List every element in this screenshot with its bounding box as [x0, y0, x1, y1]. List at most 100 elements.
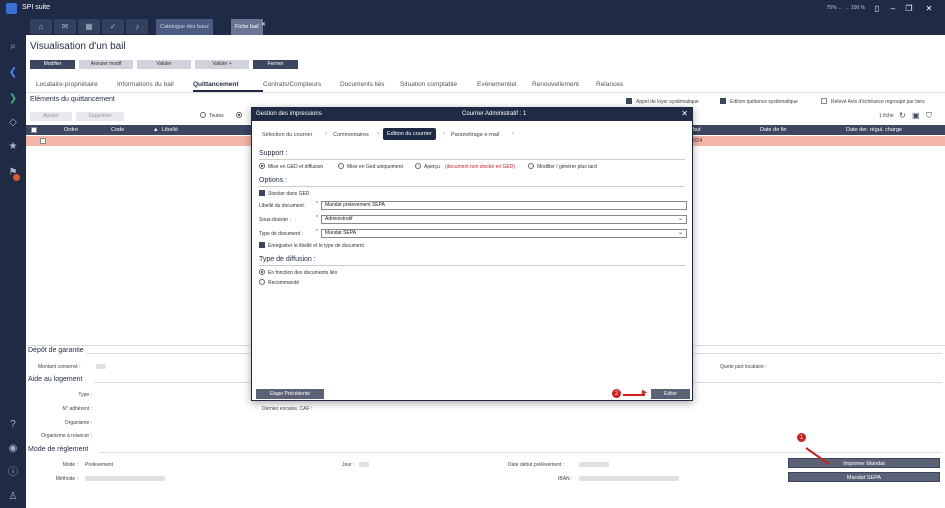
tab-situation[interactable]: Situation comptable [400, 81, 457, 88]
validate-button[interactable]: Valider [137, 60, 191, 69]
step-selection[interactable]: Sélection du courrier [262, 132, 312, 138]
libelle-input[interactable]: Mandat prelevement SEPA [321, 201, 687, 210]
diffusion-recommande-label: Recommandé [268, 280, 300, 286]
delete-button[interactable]: Supprimer [76, 112, 124, 121]
step-chevron-icon: › [377, 131, 379, 137]
step-chevron-icon: › [325, 131, 327, 137]
option-edition-checkbox[interactable] [720, 98, 726, 104]
col-sort-icon[interactable]: ▲ [153, 127, 158, 133]
filter-all-radio[interactable] [200, 112, 206, 118]
enregistrer-label: Enregistrer le libellé et le type de doc… [268, 243, 364, 249]
info-icon[interactable]: ⓘ [6, 466, 20, 480]
tab-documents[interactable]: Documents liés [340, 81, 384, 88]
app-logo-icon [6, 3, 17, 14]
calendar-icon[interactable]: ▦ [78, 19, 100, 34]
filter-other-radio[interactable] [236, 112, 242, 118]
select-all-checkbox[interactable] [31, 127, 37, 133]
col-code[interactable]: Code [111, 127, 124, 133]
row-checkbox[interactable] [40, 138, 46, 144]
option-releve-label: Relevé Avis d'échéance regroupé par tier… [831, 99, 925, 105]
user-icon[interactable]: ♙ [6, 490, 20, 504]
step-edition[interactable]: Edition du courrier [383, 128, 436, 140]
step-parametrage[interactable]: Paramétrage e-mail [451, 132, 499, 138]
impressions-dialog: Gestion des impressions Courrier Adminis… [251, 107, 693, 401]
col-libelle[interactable]: Libellé [162, 127, 178, 133]
mode-label: Mode : [62, 462, 78, 468]
forward-icon[interactable]: ❯ [6, 92, 20, 106]
support-title: Support : [259, 150, 288, 157]
validate-plus-button[interactable]: Valider + [195, 60, 249, 69]
col-debut[interactable]: but [693, 127, 701, 133]
support-ged-diffusion-radio[interactable] [259, 163, 265, 169]
notification-badge [13, 174, 20, 181]
option-appel-checkbox[interactable] [626, 98, 632, 104]
search-icon[interactable]: ⌕ [6, 40, 20, 54]
col-date-fin[interactable]: Date de fin [760, 127, 787, 133]
step-chevron-icon: › [512, 131, 514, 137]
bell-icon[interactable]: ♪ [126, 19, 148, 34]
date-debut-label: Date début prélèvement : [508, 462, 565, 468]
step-chevron-icon: › [443, 131, 445, 137]
tab-informations[interactable]: Informations du bail [117, 81, 174, 88]
stocker-ged-checkbox[interactable] [259, 190, 265, 196]
support-later-radio[interactable] [528, 163, 534, 169]
back-icon[interactable]: ❮ [6, 66, 20, 80]
mandat-sepa-button[interactable]: Mandat SEPA [788, 472, 940, 482]
check-icon[interactable]: ✓ [102, 19, 124, 34]
tab-evenementiel[interactable]: Evénementiel [477, 81, 516, 88]
sousdossier-select[interactable]: Administratif ⌄ [321, 215, 687, 224]
refresh-icon[interactable]: ↻ [899, 111, 906, 120]
dialog-center-title: Courrier Administratif : 1 [462, 111, 527, 117]
tab-fiche-bail[interactable]: Fiche bail [231, 19, 263, 35]
close-button[interactable]: Fermer [253, 60, 298, 69]
step-commentaires[interactable]: Commentaires [333, 132, 369, 138]
quote-label: Quote part locataire : [720, 364, 767, 370]
options-title: Options : [259, 177, 288, 184]
type-doc-select[interactable]: Mandat SEPA ⌄ [321, 229, 687, 238]
support-divider [259, 159, 685, 160]
col-ordre[interactable]: Ordre [64, 127, 78, 133]
dialog-header: Gestion des impressions Courrier Adminis… [252, 108, 692, 121]
diffusion-docs-lies-radio[interactable] [259, 269, 265, 275]
tab-locataire[interactable]: Locataire-propriétaire [36, 81, 98, 88]
col-regul[interactable]: Date der. régul. charge [846, 127, 902, 133]
dialog-title: Gestion des impressions [256, 111, 322, 117]
previous-step-button[interactable]: Etape Précédente [256, 389, 324, 399]
document-icon[interactable]: ▯ [871, 3, 883, 14]
tab-renouvellement[interactable]: Renouvellement [532, 81, 579, 88]
home-icon[interactable]: ⌂ [30, 19, 52, 34]
dialog-close-icon[interactable]: ✕ [681, 109, 688, 118]
minimize-icon[interactable]: – [887, 3, 899, 14]
star-icon[interactable]: ★ [6, 140, 20, 154]
add-button[interactable]: Ajouter [30, 112, 72, 121]
diffusion-recommande-radio[interactable] [259, 279, 265, 285]
sousdossier-label: Sous-dossier : [259, 217, 291, 223]
restore-icon[interactable]: ❐ [903, 3, 915, 14]
bulb-icon[interactable]: ◉ [6, 442, 20, 456]
tab-quittancement[interactable]: Quittancement [193, 81, 239, 88]
export-icon[interactable]: ▣ [912, 111, 920, 120]
callout-2: 2 [611, 388, 622, 399]
close-icon[interactable]: ✕ [923, 3, 935, 14]
date-debut-value [579, 462, 609, 467]
imprimer-mandat-button[interactable]: Imprimer Mandat [788, 458, 940, 468]
modify-button[interactable]: Modifier [30, 60, 75, 69]
support-ged-only-radio[interactable] [338, 163, 344, 169]
montant-label: Montant conservé : [38, 364, 81, 370]
callout-2-arrowhead: ▸ [642, 387, 648, 398]
type-doc-value: Mandat SEPA [325, 230, 357, 236]
enregistrer-checkbox[interactable] [259, 242, 265, 248]
edit-button[interactable]: Editer [651, 389, 690, 399]
tab-catalogue[interactable]: Catalogue des baux [156, 19, 213, 35]
help-icon[interactable]: ? [6, 418, 20, 432]
tab-contrats[interactable]: Contrats/Compteurs [263, 81, 321, 88]
tab-close-icon[interactable]: ✕ [261, 21, 266, 28]
code-icon[interactable]: ◇ [6, 116, 20, 130]
nav-divider [26, 92, 945, 93]
filter-icon[interactable]: ⛉ [926, 111, 932, 121]
support-apercu-radio[interactable] [415, 163, 421, 169]
mail-icon[interactable]: ✉ [54, 19, 76, 34]
tab-relances[interactable]: Relances [596, 81, 623, 88]
option-releve-checkbox[interactable] [821, 98, 827, 104]
cancel-modify-button[interactable]: Annuler modif [79, 60, 133, 69]
